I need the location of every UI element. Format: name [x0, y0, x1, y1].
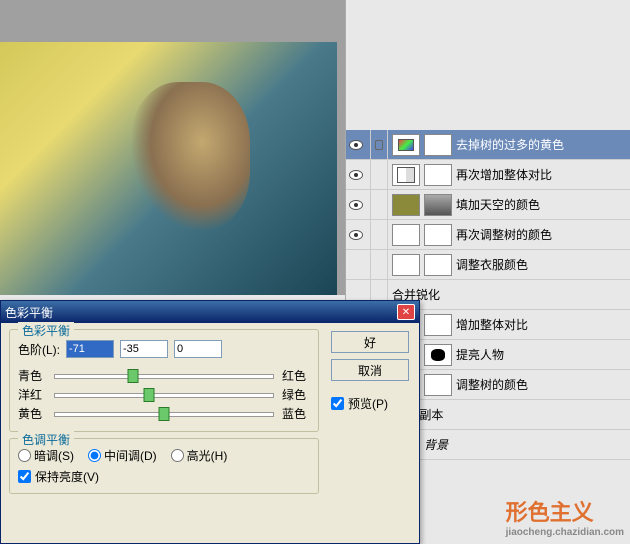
- canvas-image: [0, 42, 337, 295]
- visibility-toggle[interactable]: [346, 230, 366, 240]
- dialog-buttons: 好 取消 预览(P): [331, 331, 409, 412]
- layer-name-label: 背景 副本: [392, 406, 626, 423]
- layer-row[interactable]: 去掉树的过多的黄色: [346, 130, 630, 160]
- fieldset-title-balance: 色彩平衡: [18, 322, 74, 339]
- layer-thumb-adj[interactable]: [392, 254, 420, 276]
- layer-name-label: 再次增加整体对比: [456, 166, 626, 183]
- layer-thumb-adj[interactable]: [392, 164, 420, 186]
- tone-balance-fieldset: 色调平衡 暗调(S) 中间调(D) 高光(H) 保持亮度(V): [9, 438, 319, 494]
- link-col[interactable]: [370, 250, 388, 279]
- link-col[interactable]: [370, 160, 388, 189]
- layer-thumb-adj[interactable]: [392, 194, 420, 216]
- layer-mask-thumb[interactable]: [424, 314, 452, 336]
- layer-mask-thumb[interactable]: [424, 254, 452, 276]
- radio-midtones[interactable]: 中间调(D): [88, 447, 157, 464]
- layer-row[interactable]: 调整衣服颜色: [346, 250, 630, 280]
- dialog-title: 色彩平衡: [5, 304, 397, 321]
- layer-mask-thumb[interactable]: [424, 194, 452, 216]
- layer-name-label: 调整衣服颜色: [456, 256, 626, 273]
- eye-icon: [349, 230, 363, 240]
- eye-icon: [349, 170, 363, 180]
- close-icon[interactable]: ✕: [397, 304, 415, 320]
- radio-highlights[interactable]: 高光(H): [171, 447, 228, 464]
- slider-row: 青色 红色: [18, 366, 310, 384]
- layer-row[interactable]: 再次增加整体对比: [346, 160, 630, 190]
- levels-label: 色阶(L):: [18, 341, 60, 358]
- slider-thumb[interactable]: [143, 388, 154, 402]
- sliders-group: 青色 红色洋红 绿色黄色 蓝色: [18, 366, 310, 422]
- levels-row: 色阶(L):: [18, 340, 310, 358]
- layer-name-label: 增加整体对比: [456, 316, 626, 333]
- fieldset-title-tone: 色调平衡: [18, 431, 74, 448]
- cancel-button[interactable]: 取消: [331, 359, 409, 381]
- visibility-toggle[interactable]: [346, 200, 366, 210]
- layer-name-label: 填加天空的颜色: [456, 196, 626, 213]
- slider-row: 黄色 蓝色: [18, 404, 310, 422]
- link-col[interactable]: [370, 220, 388, 249]
- slider-label-right: 绿色: [282, 386, 310, 403]
- layer-row[interactable]: 再次调整树的颜色: [346, 220, 630, 250]
- level-input-c[interactable]: [174, 340, 222, 358]
- watermark-main: 形色主义: [506, 500, 594, 525]
- canvas-area: [0, 0, 345, 295]
- slider-track[interactable]: [54, 385, 274, 403]
- layer-name-label: 背景: [424, 436, 626, 453]
- slider-track[interactable]: [54, 366, 274, 384]
- layer-name-label: 合并锐化: [392, 286, 626, 303]
- layer-mask-thumb[interactable]: [424, 134, 452, 156]
- layer-mask-thumb[interactable]: [424, 164, 452, 186]
- slider-label-left: 洋红: [18, 386, 46, 403]
- slider-label-right: 红色: [282, 367, 310, 384]
- color-balance-fieldset: 色彩平衡 色阶(L): 青色 红色洋红 绿色黄色 蓝色: [9, 329, 319, 432]
- slider-track[interactable]: [54, 404, 274, 422]
- visibility-toggle[interactable]: [346, 170, 366, 180]
- watermark: 形色主义 jiaocheng.chazidian.com: [506, 495, 624, 538]
- layer-mask-thumb[interactable]: [424, 224, 452, 246]
- radio-shadows[interactable]: 暗调(S): [18, 447, 74, 464]
- ok-button[interactable]: 好: [331, 331, 409, 353]
- layer-name-label: 再次调整树的颜色: [456, 226, 626, 243]
- slider-label-left: 青色: [18, 367, 46, 384]
- color-balance-dialog: 色彩平衡 ✕ 色彩平衡 色阶(L): 青色 红色洋红 绿色黄色 蓝色 色调平衡 …: [0, 300, 420, 544]
- visibility-toggle[interactable]: [346, 140, 366, 150]
- layer-name-label: 调整树的颜色: [456, 376, 626, 393]
- tone-radio-row: 暗调(S) 中间调(D) 高光(H): [18, 447, 310, 464]
- slider-thumb[interactable]: [159, 407, 170, 421]
- level-input-b[interactable]: [120, 340, 168, 358]
- slider-row: 洋红 绿色: [18, 385, 310, 403]
- slider-label-left: 黄色: [18, 405, 46, 422]
- layer-thumb-adj[interactable]: [392, 224, 420, 246]
- preview-checkbox[interactable]: 预览(P): [331, 395, 409, 412]
- link-col[interactable]: [370, 130, 388, 159]
- link-icon: [375, 140, 383, 150]
- layer-name-label: 提亮人物: [456, 346, 626, 363]
- link-col[interactable]: [370, 190, 388, 219]
- slider-label-right: 蓝色: [282, 405, 310, 422]
- layer-thumb-adj[interactable]: [392, 134, 420, 156]
- eye-icon: [349, 200, 363, 210]
- slider-thumb[interactable]: [128, 369, 139, 383]
- layer-mask-thumb[interactable]: [424, 374, 452, 396]
- watermark-sub: jiaocheng.chazidian.com: [506, 527, 624, 538]
- preserve-luminosity-checkbox[interactable]: 保持亮度(V): [18, 468, 310, 485]
- dialog-titlebar[interactable]: 色彩平衡 ✕: [1, 301, 419, 323]
- level-input-a[interactable]: [66, 340, 114, 358]
- layer-mask-thumb[interactable]: [424, 344, 452, 366]
- layer-name-label: 去掉树的过多的黄色: [456, 136, 626, 153]
- layer-row[interactable]: 填加天空的颜色: [346, 190, 630, 220]
- eye-icon: [349, 140, 363, 150]
